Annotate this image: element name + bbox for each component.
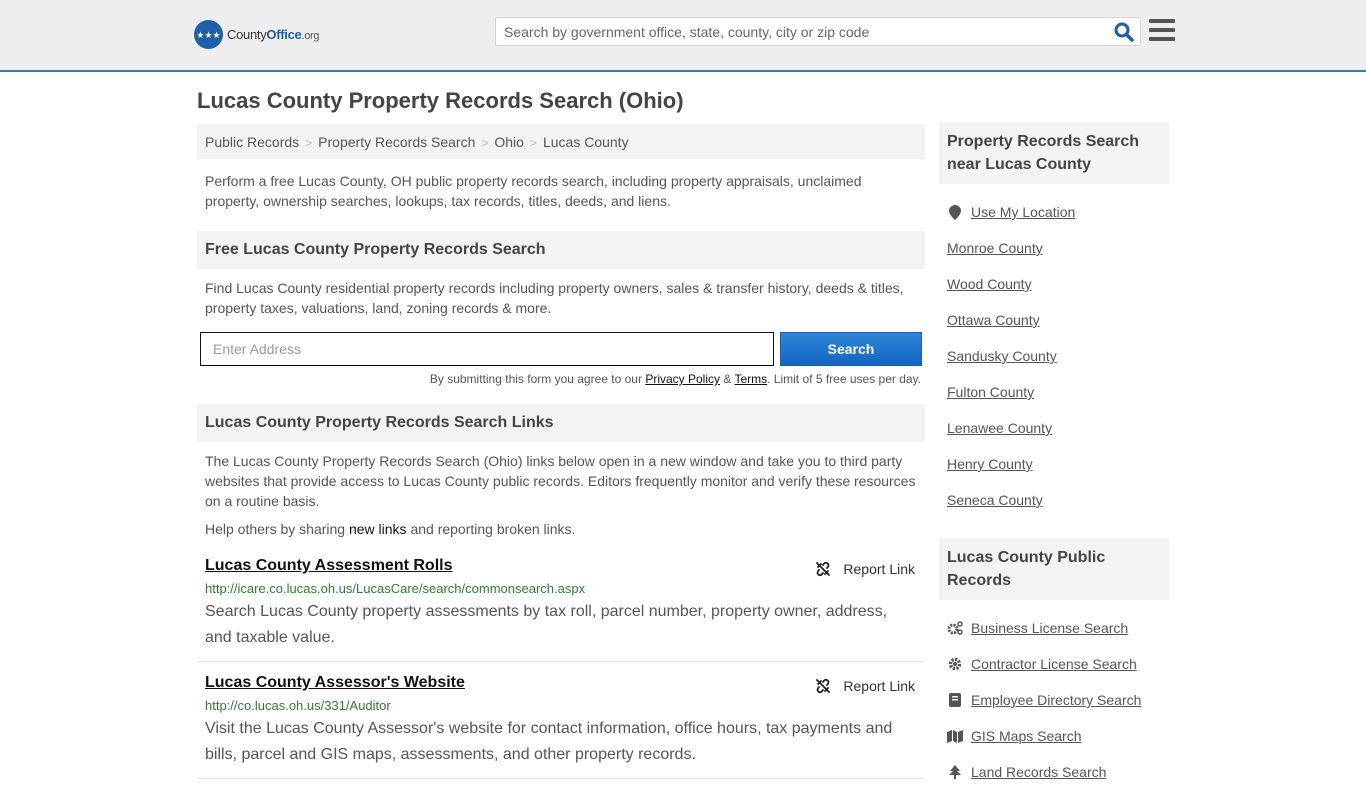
report-link-button[interactable]: Report Link bbox=[815, 561, 915, 577]
breadcrumb: Public Records > Property Records Search > O… bbox=[197, 124, 925, 159]
main-content: Public Records > Property Records Search > O… bbox=[197, 124, 925, 779]
site-logo[interactable]: ★★★ CountyOffice.org bbox=[194, 20, 319, 49]
public-record-item: GIS Maps Search bbox=[947, 718, 1161, 754]
breadcrumb-separator: > bbox=[529, 136, 537, 150]
public-records-heading: Lucas County Public Records bbox=[939, 538, 1169, 600]
resource-link-item: Lucas County Assessment Rolls Report Lin… bbox=[197, 545, 925, 662]
eagle-logo-icon: ★★★ bbox=[194, 20, 223, 49]
broken-link-icon bbox=[816, 678, 831, 694]
report-link-button[interactable]: Report Link bbox=[815, 678, 915, 694]
map-icon bbox=[947, 728, 963, 744]
breadcrumb-separator: > bbox=[305, 136, 313, 150]
public-record-item: Land Records Search bbox=[947, 754, 1161, 790]
public-record-link[interactable]: Land Records Search bbox=[971, 764, 1106, 780]
nearby-county-item: Lenawee County bbox=[947, 410, 1161, 446]
nearby-county-item: Monroe County bbox=[947, 230, 1161, 266]
form-disclaimer: By submitting this form you agree to our… bbox=[197, 372, 925, 386]
nearby-county-link[interactable]: Wood County bbox=[947, 276, 1032, 292]
disclaimer-suffix: . Limit of 5 free uses per day. bbox=[767, 372, 921, 386]
resource-link-description: Visit the Lucas County Assessor's websit… bbox=[205, 720, 893, 763]
use-my-location-item: Use My Location bbox=[947, 194, 1161, 230]
public-record-link[interactable]: GIS Maps Search bbox=[971, 728, 1082, 744]
breadcrumb-lucas-county[interactable]: Lucas County bbox=[543, 134, 629, 150]
intro-text: Perform a free Lucas County, OH public p… bbox=[205, 173, 862, 209]
report-link-label: Report Link bbox=[843, 678, 915, 694]
site-header: ★★★ CountyOffice.org bbox=[0, 0, 1366, 72]
nearby-county-link[interactable]: Sandusky County bbox=[947, 348, 1057, 364]
address-search-form: Search bbox=[197, 322, 925, 368]
new-links-link[interactable]: new links bbox=[349, 521, 407, 537]
address-input[interactable] bbox=[200, 332, 774, 366]
use-my-location-link[interactable]: Use My Location bbox=[971, 204, 1075, 220]
sidebar: Property Records Search near Lucas Count… bbox=[939, 122, 1169, 790]
site-search-input[interactable] bbox=[496, 18, 1106, 45]
nearby-county-item: Sandusky County bbox=[947, 338, 1161, 374]
disclaimer-prefix: By submitting this form you agree to our bbox=[429, 372, 646, 386]
breadcrumb-separator: > bbox=[481, 136, 489, 150]
page-title: Lucas County Property Records Search (Oh… bbox=[197, 88, 684, 113]
public-record-item: Business License Search bbox=[947, 610, 1161, 646]
free-search-heading: Free Lucas County Property Records Searc… bbox=[197, 231, 925, 269]
search-icon[interactable] bbox=[1114, 22, 1134, 42]
gear-icon bbox=[947, 656, 963, 672]
breadcrumb-public-records[interactable]: Public Records bbox=[205, 134, 299, 150]
nearby-county-item: Ottawa County bbox=[947, 302, 1161, 338]
map-marker-icon bbox=[947, 204, 963, 220]
nearby-county-link[interactable]: Fulton County bbox=[947, 384, 1034, 400]
links-section-heading: Lucas County Property Records Search Lin… bbox=[197, 404, 925, 442]
terms-link[interactable]: Terms bbox=[734, 372, 767, 386]
breadcrumb-ohio[interactable]: Ohio bbox=[494, 134, 524, 150]
breadcrumb-property-records-search[interactable]: Property Records Search bbox=[318, 134, 475, 150]
resource-link-url: http://icare.co.lucas.oh.us/LucasCare/se… bbox=[205, 581, 586, 596]
nearby-county-link[interactable]: Henry County bbox=[947, 456, 1033, 472]
nearby-heading: Property Records Search near Lucas Count… bbox=[939, 122, 1169, 184]
nearby-county-item: Henry County bbox=[947, 446, 1161, 482]
resource-link-title[interactable]: Lucas County Assessor's Website bbox=[205, 674, 465, 691]
nearby-county-item: Fulton County bbox=[947, 374, 1161, 410]
public-record-link[interactable]: Business License Search bbox=[971, 620, 1128, 636]
address-search-button[interactable]: Search bbox=[780, 332, 922, 366]
public-record-item: Contractor License Search bbox=[947, 646, 1161, 682]
hamburger-menu-icon[interactable] bbox=[1149, 19, 1175, 41]
privacy-policy-link[interactable]: Privacy Policy bbox=[645, 372, 720, 386]
nearby-county-link[interactable]: Ottawa County bbox=[947, 312, 1040, 328]
nearby-county-item: Seneca County bbox=[947, 482, 1161, 518]
logo-text: CountyOffice.org bbox=[227, 27, 320, 42]
resource-link-url: http://co.lucas.oh.us/331/Auditor bbox=[205, 698, 391, 713]
help-suffix: and reporting broken links. bbox=[406, 521, 576, 537]
nearby-list: Use My Location Monroe County Wood Count… bbox=[939, 184, 1169, 518]
public-records-block: Lucas County Public Records Business Lic… bbox=[939, 538, 1169, 790]
tree-icon bbox=[947, 764, 963, 780]
free-search-description: Find Lucas County residential property r… bbox=[205, 280, 904, 316]
public-records-list: Business License Search Contractor Licen… bbox=[939, 600, 1169, 790]
gears-icon bbox=[947, 620, 963, 636]
resource-link-title[interactable]: Lucas County Assessment Rolls bbox=[205, 557, 452, 574]
broken-link-icon bbox=[816, 561, 831, 577]
public-record-item: Employee Directory Search bbox=[947, 682, 1161, 718]
nearby-county-link[interactable]: Lenawee County bbox=[947, 420, 1052, 436]
help-text: Help others by sharing new links and rep… bbox=[197, 511, 925, 537]
public-record-link[interactable]: Contractor License Search bbox=[971, 656, 1137, 672]
nearby-county-link[interactable]: Seneca County bbox=[947, 492, 1043, 508]
report-link-label: Report Link bbox=[843, 561, 915, 577]
resource-link-description: Search Lucas County property assessments… bbox=[205, 603, 888, 646]
public-record-link[interactable]: Employee Directory Search bbox=[971, 692, 1141, 708]
resource-link-item: Lucas County Assessor's Website Report L… bbox=[197, 662, 925, 779]
book-icon bbox=[947, 692, 963, 708]
site-search bbox=[495, 17, 1141, 46]
disclaimer-amp: & bbox=[720, 372, 735, 386]
nearby-county-link[interactable]: Monroe County bbox=[947, 240, 1043, 256]
help-prefix: Help others by sharing bbox=[205, 521, 349, 537]
nearby-county-item: Wood County bbox=[947, 266, 1161, 302]
links-section-description: The Lucas County Property Records Search… bbox=[205, 453, 916, 509]
